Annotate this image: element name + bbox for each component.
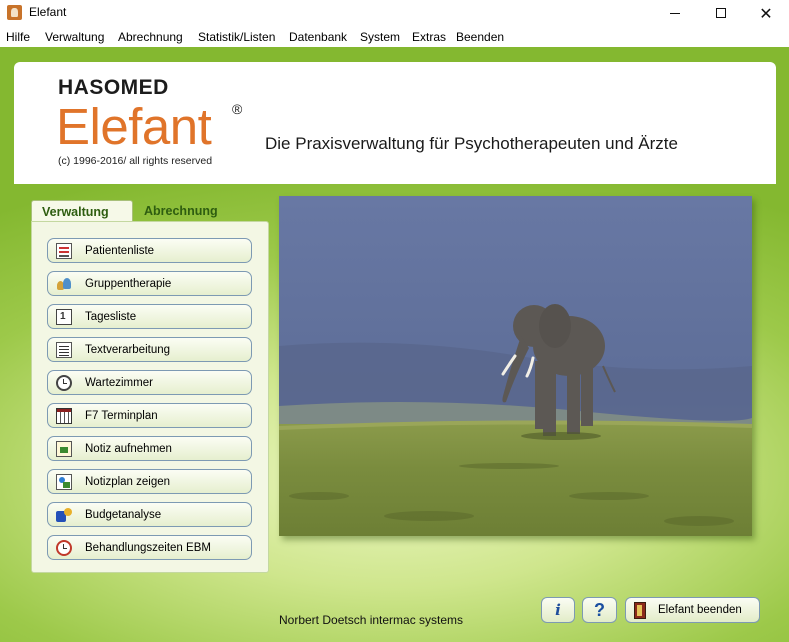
menu-extras[interactable]: Extras — [412, 30, 446, 44]
minimize-icon — [670, 12, 680, 14]
waiting-room-clock-icon — [56, 374, 72, 391]
close-icon: ✕ — [759, 3, 773, 23]
treatment-time-icon — [56, 539, 72, 556]
close-button[interactable]: ✕ — [743, 0, 789, 26]
header-panel: HASOMED Elefant ® (c) 1996-2016/ all rig… — [14, 62, 776, 184]
behandlungszeiten-ebm-button[interactable]: Behandlungszeiten EBM — [47, 535, 252, 560]
minimize-button[interactable] — [652, 0, 698, 26]
wartezimmer-button[interactable]: Wartezimmer — [47, 370, 252, 395]
notizplan-zeigen-button[interactable]: Notizplan zeigen — [47, 469, 252, 494]
help-button[interactable]: ? — [582, 597, 617, 623]
exit-elefant-button[interactable]: Elefant beenden — [625, 597, 760, 623]
menu-bar: Hilfe Verwaltung Abrechnung Statistik/Li… — [0, 26, 789, 47]
nav-button-label: Notizplan zeigen — [85, 475, 171, 488]
elephant-savanna-image — [279, 196, 752, 536]
nav-button-label: F7 Terminplan — [85, 409, 158, 422]
word-processing-icon — [56, 341, 72, 358]
nav-button-label: Budgetanalyse — [85, 508, 162, 521]
budgetanalyse-button[interactable]: Budgetanalyse — [47, 502, 252, 527]
note-icon — [56, 440, 72, 457]
nav-button-label: Gruppentherapie — [85, 277, 172, 290]
tagline: Die Praxisverwaltung für Psychotherapeut… — [265, 134, 678, 153]
credit-text: Norbert Doetsch intermac systems — [279, 613, 464, 627]
window-title: Elefant — [29, 5, 67, 19]
exit-button-label: Elefant beenden — [658, 604, 742, 616]
note-plan-icon — [56, 473, 72, 490]
budget-icon — [56, 507, 72, 523]
menu-hilfe[interactable]: Hilfe — [6, 30, 30, 44]
info-icon: i — [555, 601, 561, 619]
menu-statistik-listen[interactable]: Statistik/Listen — [198, 30, 275, 44]
menu-beenden[interactable]: Beenden — [456, 30, 504, 44]
info-button[interactable]: i — [541, 597, 575, 623]
tab-abrechnung[interactable]: Abrechnung — [134, 200, 232, 222]
group-therapy-icon — [56, 276, 72, 292]
textverarbeitung-button[interactable]: Textverarbeitung — [47, 337, 252, 362]
nav-button-label: Patientenliste — [85, 244, 155, 257]
nav-button-label: Behandlungszeiten EBM — [85, 541, 211, 554]
nav-button-label: Tagesliste — [85, 310, 137, 323]
nav-button-label: Notiz aufnehmen — [85, 442, 172, 455]
registered-mark: ® — [232, 101, 243, 117]
menu-abrechnung[interactable]: Abrechnung — [118, 30, 183, 44]
help-icon: ? — [594, 599, 605, 620]
elephant-photo — [279, 196, 752, 536]
tagesliste-button[interactable]: Tagesliste — [47, 304, 252, 329]
patient-list-icon — [56, 242, 72, 259]
copyright-text: (c) 1996-2016/ all rights reserved — [58, 155, 213, 167]
maximize-button[interactable] — [698, 0, 744, 26]
company-name: HASOMED — [58, 76, 169, 99]
menu-system[interactable]: System — [360, 30, 400, 44]
exit-door-icon — [634, 601, 646, 619]
elefant-app-icon — [7, 5, 22, 20]
menu-verwaltung[interactable]: Verwaltung — [45, 30, 104, 44]
title-bar: Elefant ✕ — [0, 0, 789, 26]
gruppentherapie-button[interactable]: Gruppentherapie — [47, 271, 252, 296]
terminplan-button[interactable]: F7 Terminplan — [47, 403, 252, 428]
maximize-icon — [716, 8, 726, 18]
calendar-icon — [56, 407, 72, 424]
menu-datenbank[interactable]: Datenbank — [289, 30, 347, 44]
tab-verwaltung[interactable]: Verwaltung — [31, 200, 133, 222]
notiz-aufnehmen-button[interactable]: Notiz aufnehmen — [47, 436, 252, 461]
verwaltung-panel: Patientenliste Gruppentherapie Tageslist… — [31, 221, 269, 573]
product-logo: Elefant — [56, 98, 212, 155]
nav-button-label: Wartezimmer — [85, 376, 153, 389]
patientenliste-button[interactable]: Patientenliste — [47, 238, 252, 263]
nav-button-label: Textverarbeitung — [85, 343, 171, 356]
day-list-icon — [56, 308, 72, 325]
